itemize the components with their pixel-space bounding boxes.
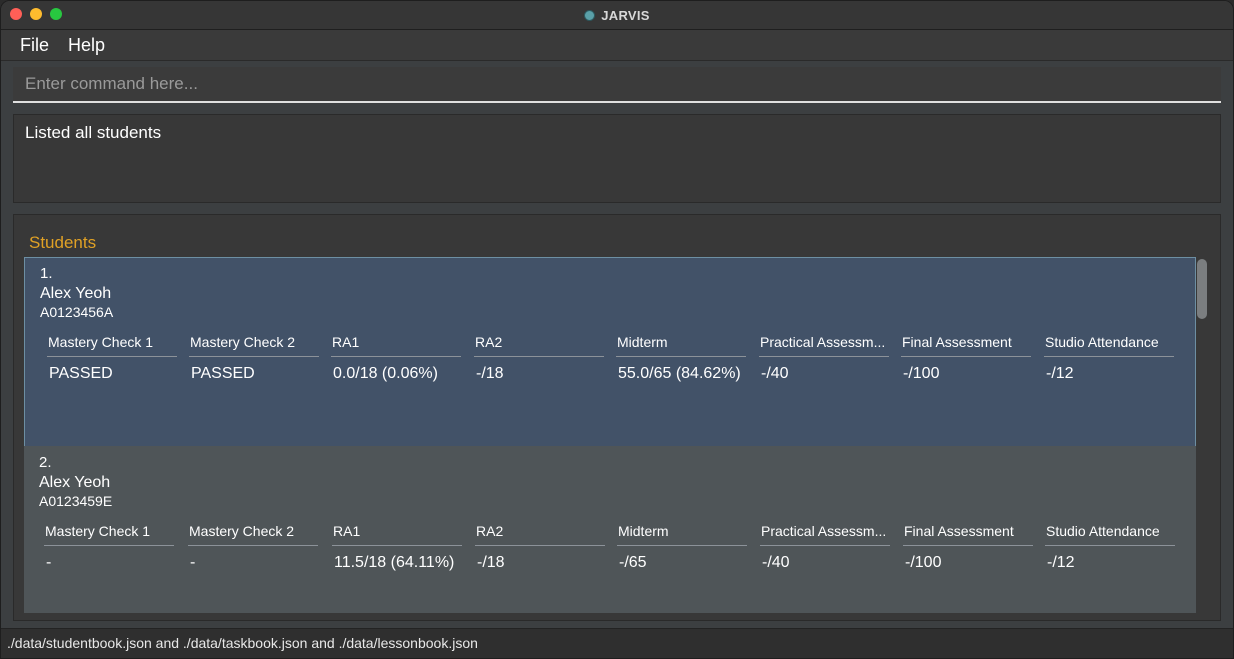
app-window: JARVIS File Help Listed all students Stu…	[0, 0, 1234, 659]
grade-label: Mastery Check 1	[44, 523, 174, 546]
grade-mastery-check-2: Mastery Check 2 PASSED	[189, 334, 319, 383]
student-list-panel: Students 1. Alex Yeoh A0123456A Mastery …	[13, 214, 1221, 621]
menu-file[interactable]: File	[20, 35, 49, 56]
grade-practical-assessment: Practical Assessm... -/40	[759, 334, 889, 383]
menu-bar: File Help	[1, 30, 1233, 61]
grade-value: -/100	[903, 365, 940, 382]
grade-value: -/12	[1047, 554, 1075, 571]
grade-final-assessment: Final Assessment -/100	[901, 334, 1031, 383]
grade-value: PASSED	[49, 365, 113, 382]
grade-midterm: Midterm 55.0/65 (84.62%)	[616, 334, 746, 383]
window-title-container: JARVIS	[1, 1, 1233, 29]
result-display: Listed all students	[13, 114, 1221, 203]
command-box	[13, 67, 1221, 103]
grade-label: Final Assessment	[901, 334, 1031, 357]
grade-label: RA2	[474, 334, 604, 357]
grade-value: -/40	[761, 365, 789, 382]
student-list-title: Students	[29, 233, 97, 252]
grade-value: -/18	[476, 365, 504, 382]
grade-ra1: RA1 11.5/18 (64.11%)	[332, 523, 462, 572]
student-index: 2.	[39, 454, 52, 471]
grade-label: Studio Attendance	[1045, 523, 1175, 546]
student-id: A0123456A	[40, 304, 114, 320]
grade-label: Practical Assessm...	[760, 523, 890, 546]
menu-help[interactable]: Help	[68, 35, 105, 56]
app-icon	[584, 9, 596, 21]
grade-label: Mastery Check 1	[47, 334, 177, 357]
grade-value: -/40	[762, 554, 790, 571]
student-name: Alex Yeoh	[39, 474, 111, 491]
grade-ra1: RA1 0.0/18 (0.06%)	[331, 334, 461, 383]
grade-label: Practical Assessm...	[759, 334, 889, 357]
student-card-1[interactable]: 1. Alex Yeoh A0123456A Mastery Check 1 P…	[24, 257, 1196, 447]
grade-label: Midterm	[616, 334, 746, 357]
title-bar[interactable]: JARVIS	[1, 1, 1233, 30]
grade-mastery-check-2: Mastery Check 2 -	[188, 523, 318, 572]
grade-ra2: RA2 -/18	[475, 523, 605, 572]
grade-value: -/100	[905, 554, 942, 571]
student-id: A0123459E	[39, 493, 113, 509]
grade-label: Studio Attendance	[1044, 334, 1174, 357]
status-bar: ./data/studentbook.json and ./data/taskb…	[1, 628, 1233, 658]
grade-mastery-check-1: Mastery Check 1 PASSED	[47, 334, 177, 383]
grade-value: -	[46, 554, 52, 571]
grade-mastery-check-1: Mastery Check 1 -	[44, 523, 174, 572]
status-file-paths: ./data/studentbook.json and ./data/taskb…	[7, 635, 478, 651]
grade-value: 11.5/18 (64.11%)	[334, 554, 455, 571]
result-message: Listed all students	[25, 123, 162, 142]
grade-label: RA1	[332, 523, 462, 546]
window-title: JARVIS	[601, 7, 650, 23]
student-index: 1.	[40, 265, 53, 282]
grade-value: 55.0/65 (84.62%)	[618, 365, 741, 382]
grade-studio-attendance: Studio Attendance -/12	[1045, 523, 1175, 572]
student-card-2[interactable]: 2. Alex Yeoh A0123459E Mastery Check 1 -…	[24, 446, 1196, 613]
grade-ra2: RA2 -/18	[474, 334, 604, 383]
grade-midterm: Midterm -/65	[617, 523, 747, 572]
grade-value: -/12	[1046, 365, 1074, 382]
grade-label: RA2	[475, 523, 605, 546]
grade-studio-attendance: Studio Attendance -/12	[1044, 334, 1174, 383]
grade-value: -/18	[477, 554, 505, 571]
grade-value: -	[190, 554, 196, 571]
grade-label: Midterm	[617, 523, 747, 546]
grade-value: -/65	[619, 554, 647, 571]
grade-practical-assessment: Practical Assessm... -/40	[760, 523, 890, 572]
grade-label: Final Assessment	[903, 523, 1033, 546]
grade-value: PASSED	[191, 365, 255, 382]
grade-value: 0.0/18 (0.06%)	[333, 365, 438, 382]
list-scrollbar[interactable]	[1197, 259, 1207, 319]
grade-label: RA1	[331, 334, 461, 357]
grade-label: Mastery Check 2	[189, 334, 319, 357]
student-name: Alex Yeoh	[40, 285, 112, 302]
grade-label: Mastery Check 2	[188, 523, 318, 546]
grade-final-assessment: Final Assessment -/100	[903, 523, 1033, 572]
command-input[interactable]	[13, 67, 1221, 101]
